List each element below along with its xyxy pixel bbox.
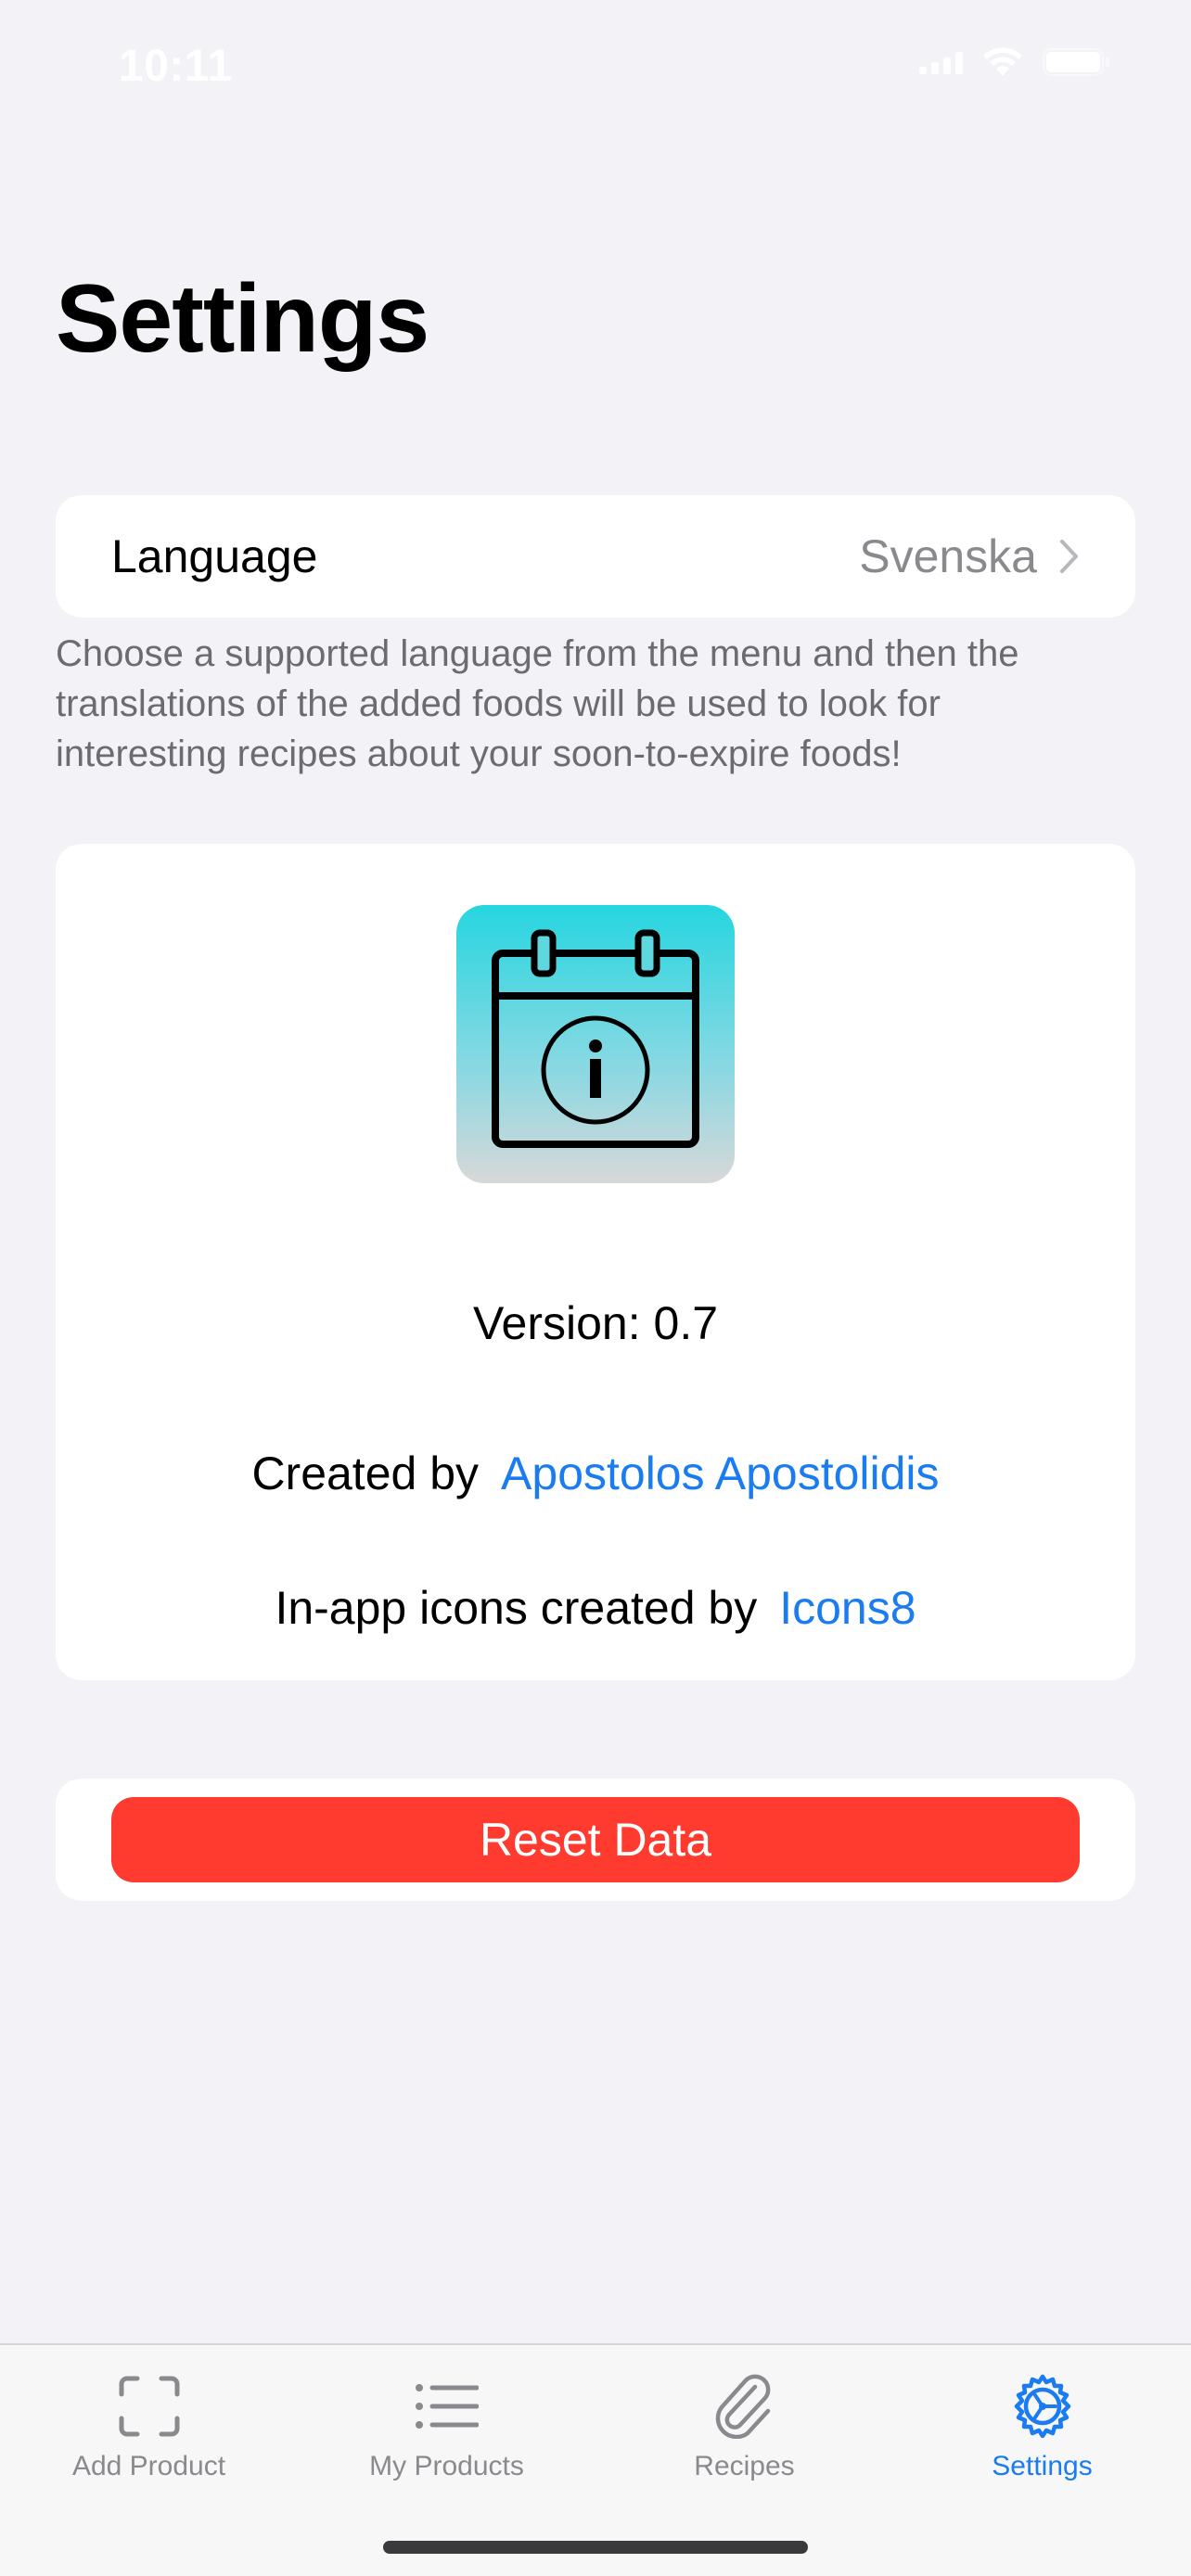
tab-my-products[interactable]: My Products (298, 2345, 596, 2512)
tab-add-product[interactable]: Add Product (0, 2345, 298, 2512)
chevron-right-icon (1059, 539, 1080, 574)
author-link[interactable]: Apostolos Apostolidis (501, 1447, 940, 1499)
status-time: 10:11 (119, 42, 233, 91)
battery-icon (1043, 46, 1111, 78)
status-icons (919, 46, 1111, 78)
tab-label: My Products (369, 2451, 524, 2481)
scan-frame-icon (119, 2371, 180, 2442)
wifi-icon (981, 46, 1024, 78)
icons-credit-label: In-app icons created by (275, 1582, 758, 1634)
tab-recipes[interactable]: Recipes (596, 2345, 893, 2512)
cellular-signal-icon (919, 50, 963, 74)
tab-label: Add Product (71, 2451, 226, 2481)
app-logo-calendar-info-icon (456, 905, 735, 1183)
page-title: Settings (56, 265, 429, 373)
home-indicator (383, 2541, 808, 2554)
list-icon (415, 2371, 479, 2442)
language-label: Language (111, 530, 318, 582)
version-text: Version: 0.7 (472, 1297, 719, 1349)
icons-credit-row: In-app icons created by Icons8 (56, 1581, 1135, 1635)
language-footnote: Choose a supported language from the men… (56, 633, 1019, 774)
tab-label: Recipes (694, 2451, 795, 2481)
gear-icon (1009, 2371, 1076, 2442)
reset-data-button[interactable]: Reset Data (111, 1797, 1080, 1882)
about-card: Version: 0.7 Created by Apostolos Apostol… (56, 844, 1135, 1680)
created-by-row: Created by Apostolos Apostolidis (56, 1447, 1135, 1500)
tab-label: Settings (992, 2451, 1093, 2481)
paperclip-icon (714, 2371, 775, 2442)
settings-screen: 10:11 Settings Language Svenska Choose a… (0, 0, 1191, 2576)
tab-settings[interactable]: Settings (893, 2345, 1191, 2512)
created-by-label: Created by (251, 1447, 480, 1499)
icons8-link[interactable]: Icons8 (779, 1582, 916, 1634)
language-value: Svenska (859, 530, 1037, 582)
reset-card: Reset Data (56, 1779, 1135, 1901)
language-row[interactable]: Language Svenska (56, 495, 1135, 618)
